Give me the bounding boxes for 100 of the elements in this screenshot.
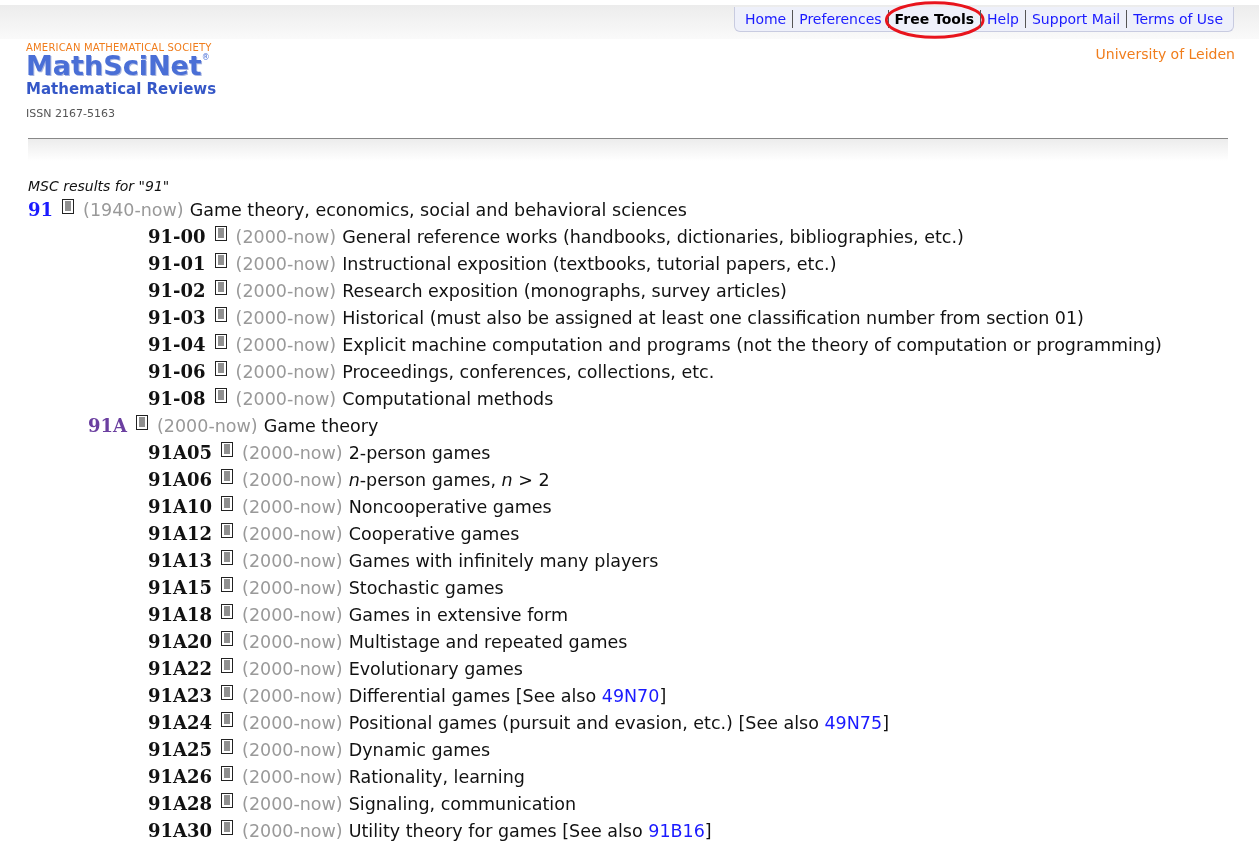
year-range: (2000-now) xyxy=(242,469,343,490)
category-description: Research exposition (monographs, survey articles) xyxy=(342,280,787,301)
classification-code[interactable]: 91-03 xyxy=(148,307,206,328)
document-icon[interactable] xyxy=(214,253,227,268)
nav-link[interactable]: Terms of Use xyxy=(1133,10,1223,28)
document-icon[interactable] xyxy=(221,631,234,646)
document-icon[interactable] xyxy=(221,442,234,457)
classification-code[interactable]: 91A05 xyxy=(148,442,213,463)
document-icon[interactable] xyxy=(221,523,234,538)
classification-code[interactable]: 91-08 xyxy=(148,388,206,409)
year-range: (2000-now) xyxy=(242,685,343,706)
classification-code[interactable]: 91-00 xyxy=(148,226,206,247)
classification-code[interactable]: 91A22 xyxy=(148,658,213,679)
document-icon[interactable] xyxy=(221,658,234,673)
category-description: Proceedings, conferences, collections, etc. xyxy=(342,361,715,382)
document-icon[interactable] xyxy=(221,685,234,700)
year-range: (2000-now) xyxy=(235,388,337,409)
document-icon[interactable] xyxy=(214,307,227,322)
document-icon[interactable] xyxy=(221,739,234,754)
classification-code[interactable]: 91A23 xyxy=(148,685,213,706)
registered-mark: ® xyxy=(201,53,210,63)
year-range: (2000-now) xyxy=(242,442,343,463)
category-description: Instructional exposition (textbooks, tutorial papers, etc.) xyxy=(342,253,837,274)
classification-code[interactable]: 91-01 xyxy=(148,253,206,274)
year-range: (2000-now) xyxy=(235,361,337,382)
document-icon[interactable] xyxy=(214,361,227,376)
issn-text: ISSN 2167-5163 xyxy=(26,107,116,120)
category-description: Signaling, communication xyxy=(348,793,576,814)
classification-code[interactable]: 91-04 xyxy=(148,334,206,355)
document-icon[interactable] xyxy=(221,604,234,619)
classification-code[interactable]: 91A24 xyxy=(148,712,213,733)
category-description: Game theory xyxy=(263,415,379,436)
document-icon[interactable] xyxy=(221,820,234,835)
category-description: Noncooperative games xyxy=(348,496,552,517)
results-heading: MSC results for "91" xyxy=(28,178,171,194)
classification-code[interactable]: 91A28 xyxy=(148,793,213,814)
classification-code[interactable]: 91A10 xyxy=(148,496,213,517)
category-description: General reference works (handbooks, dictionaries, bibliographies, etc.) xyxy=(342,226,964,247)
category-description: Computational methods xyxy=(342,388,554,409)
year-range: (2000-now) xyxy=(235,280,337,301)
document-icon[interactable] xyxy=(221,577,234,592)
category-description: Historical (must also be assigned at least one classification number from section 01) xyxy=(342,307,1084,328)
year-range: (2000-now) xyxy=(242,631,343,652)
classification-code[interactable]: 91A18 xyxy=(148,604,213,625)
year-range: (2000-now) xyxy=(242,658,343,679)
nav-link[interactable]: Home xyxy=(744,10,787,28)
document-icon[interactable] xyxy=(214,334,227,349)
classification-code[interactable]: 91A12 xyxy=(148,523,213,544)
category-description: Cooperative games xyxy=(348,523,520,544)
nav-link[interactable]: Preferences xyxy=(799,10,882,28)
category-description: Positional games (pursuit and evasion, etc.) [See also 49N75] xyxy=(348,712,889,733)
year-range: (2000-now) xyxy=(242,604,343,625)
year-range: (2000-now) xyxy=(242,712,343,733)
category-description: Game theory, economics, social and behavioral sciences xyxy=(189,199,687,220)
see-also-link[interactable]: 91B16 xyxy=(648,820,705,841)
document-icon[interactable] xyxy=(214,226,227,241)
logo-subtitle: Mathematical Reviews xyxy=(26,80,217,98)
category-description: Games in extensive form xyxy=(348,604,568,625)
classification-code[interactable]: 91A xyxy=(88,415,127,436)
document-icon[interactable] xyxy=(221,766,234,781)
category-description: 2-person games xyxy=(348,442,491,463)
category-description: n-person games, n > 2 xyxy=(348,469,550,490)
classification-code[interactable]: 91A26 xyxy=(148,766,213,787)
classification-code[interactable]: 91 xyxy=(28,199,54,220)
nav-link[interactable]: Support Mail xyxy=(1032,10,1121,28)
year-range: (2000-now) xyxy=(235,253,337,274)
category-description: Multistage and repeated games xyxy=(348,631,628,652)
document-icon[interactable] xyxy=(62,199,75,214)
classification-code[interactable]: 91A25 xyxy=(148,739,213,760)
document-icon[interactable] xyxy=(214,280,227,295)
year-range: (2000-now) xyxy=(157,415,258,436)
classification-code[interactable]: 91A06 xyxy=(148,469,213,490)
see-also-link[interactable]: 49N70 xyxy=(601,685,660,706)
classification-code[interactable]: 91-02 xyxy=(148,280,206,301)
year-range: (1940-now) xyxy=(83,199,184,220)
society-name: AMERICAN MATHEMATICAL SOCIETY xyxy=(26,42,213,53)
document-icon[interactable] xyxy=(221,550,234,565)
document-icon[interactable] xyxy=(136,415,148,430)
category-description: Explicit machine computation and programs (not the theory of computation or programming) xyxy=(342,334,1162,355)
nav-link[interactable]: Help xyxy=(987,10,1019,28)
classification-code[interactable]: 91A30 xyxy=(148,820,213,841)
classification-code[interactable]: 91A15 xyxy=(148,577,213,598)
year-range: (2000-now) xyxy=(242,739,343,760)
classification-code[interactable]: 91-06 xyxy=(148,361,206,382)
document-icon[interactable] xyxy=(214,388,227,403)
year-range: (2000-now) xyxy=(242,523,343,544)
year-range: (2000-now) xyxy=(242,820,343,841)
document-icon[interactable] xyxy=(221,469,234,484)
document-icon[interactable] xyxy=(221,496,234,511)
document-icon[interactable] xyxy=(221,793,234,808)
year-range: (2000-now) xyxy=(242,577,343,598)
institution-name: University of Leiden xyxy=(1095,46,1235,64)
category-description: Dynamic games xyxy=(348,739,491,760)
category-description: Utility theory for games [See also 91B16] xyxy=(348,820,712,841)
year-range: (2000-now) xyxy=(235,334,337,355)
see-also-link[interactable]: 49N75 xyxy=(824,712,883,733)
document-icon[interactable] xyxy=(221,712,234,727)
classification-code[interactable]: 91A20 xyxy=(148,631,213,652)
classification-code[interactable]: 91A13 xyxy=(148,550,213,571)
year-range: (2000-now) xyxy=(235,226,337,247)
